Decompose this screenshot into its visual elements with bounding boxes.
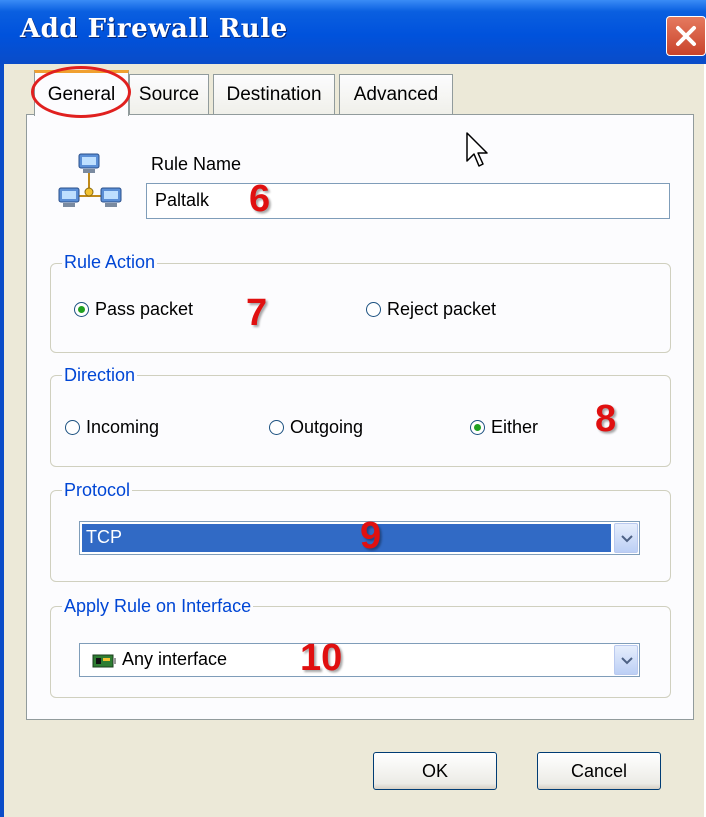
network-rule-icon <box>58 153 122 207</box>
dropdown-button[interactable] <box>614 523 638 553</box>
tab-advanced[interactable]: Advanced <box>339 74 453 114</box>
tab-source[interactable]: Source <box>129 74 209 114</box>
annotation-9: 9 <box>360 515 382 557</box>
close-icon <box>676 26 696 46</box>
protocol-selected-value: TCP <box>82 524 611 552</box>
cancel-button[interactable]: Cancel <box>537 752 661 790</box>
annotation-7: 7 <box>246 292 268 334</box>
interface-selected-value: Any interface <box>122 649 228 669</box>
rule-name-input[interactable]: Paltalk <box>146 183 670 219</box>
interface-select[interactable]: Any interface <box>79 643 640 677</box>
radio-unchecked-icon <box>366 302 381 317</box>
pass-packet-radio[interactable]: Pass packet <box>74 299 193 320</box>
tab-label: Destination <box>226 83 322 105</box>
add-firewall-rule-dialog: Add Firewall Rule General Source Destina… <box>0 0 706 817</box>
radio-label: Pass packet <box>95 299 194 319</box>
tab-label: Advanced <box>353 83 439 105</box>
radio-label: Reject packet <box>387 299 497 319</box>
title-bar[interactable]: Add Firewall Rule <box>0 0 706 64</box>
outgoing-radio[interactable]: Outgoing <box>269 417 363 438</box>
chevron-down-icon <box>621 657 633 665</box>
network-card-icon <box>92 654 116 668</box>
cancel-label: Cancel <box>570 760 628 781</box>
close-button[interactable] <box>666 16 706 56</box>
radio-checked-icon <box>74 302 89 317</box>
rule-action-legend: Rule Action <box>62 252 158 273</box>
radio-label: Incoming <box>86 417 160 437</box>
reject-packet-radio[interactable]: Reject packet <box>366 299 496 320</box>
radio-label: Outgoing <box>290 417 364 437</box>
ok-button[interactable]: OK <box>373 752 497 790</box>
highlight-circle <box>31 66 131 118</box>
dropdown-button[interactable] <box>614 645 638 675</box>
chevron-down-icon <box>621 535 633 543</box>
protocol-legend: Protocol <box>62 480 133 501</box>
radio-checked-icon <box>470 420 485 435</box>
incoming-radio[interactable]: Incoming <box>65 417 159 438</box>
tab-label: Source <box>138 83 200 105</box>
interface-legend: Apply Rule on Interface <box>62 596 254 617</box>
radio-unchecked-icon <box>269 420 284 435</box>
radio-label: Either <box>491 417 539 437</box>
annotation-8: 8 <box>595 398 617 440</box>
annotation-10: 10 <box>300 637 343 679</box>
annotation-6: 6 <box>249 178 271 220</box>
radio-unchecked-icon <box>65 420 80 435</box>
mouse-cursor-icon <box>466 132 488 167</box>
rule-name-label: Rule Name <box>151 154 242 174</box>
either-radio[interactable]: Either <box>470 417 538 438</box>
direction-legend: Direction <box>62 365 138 386</box>
ok-label: OK <box>421 760 448 781</box>
rule-name-value: Paltalk <box>155 190 210 210</box>
tab-destination[interactable]: Destination <box>213 74 335 114</box>
window-title: Add Firewall Rule <box>20 14 288 44</box>
